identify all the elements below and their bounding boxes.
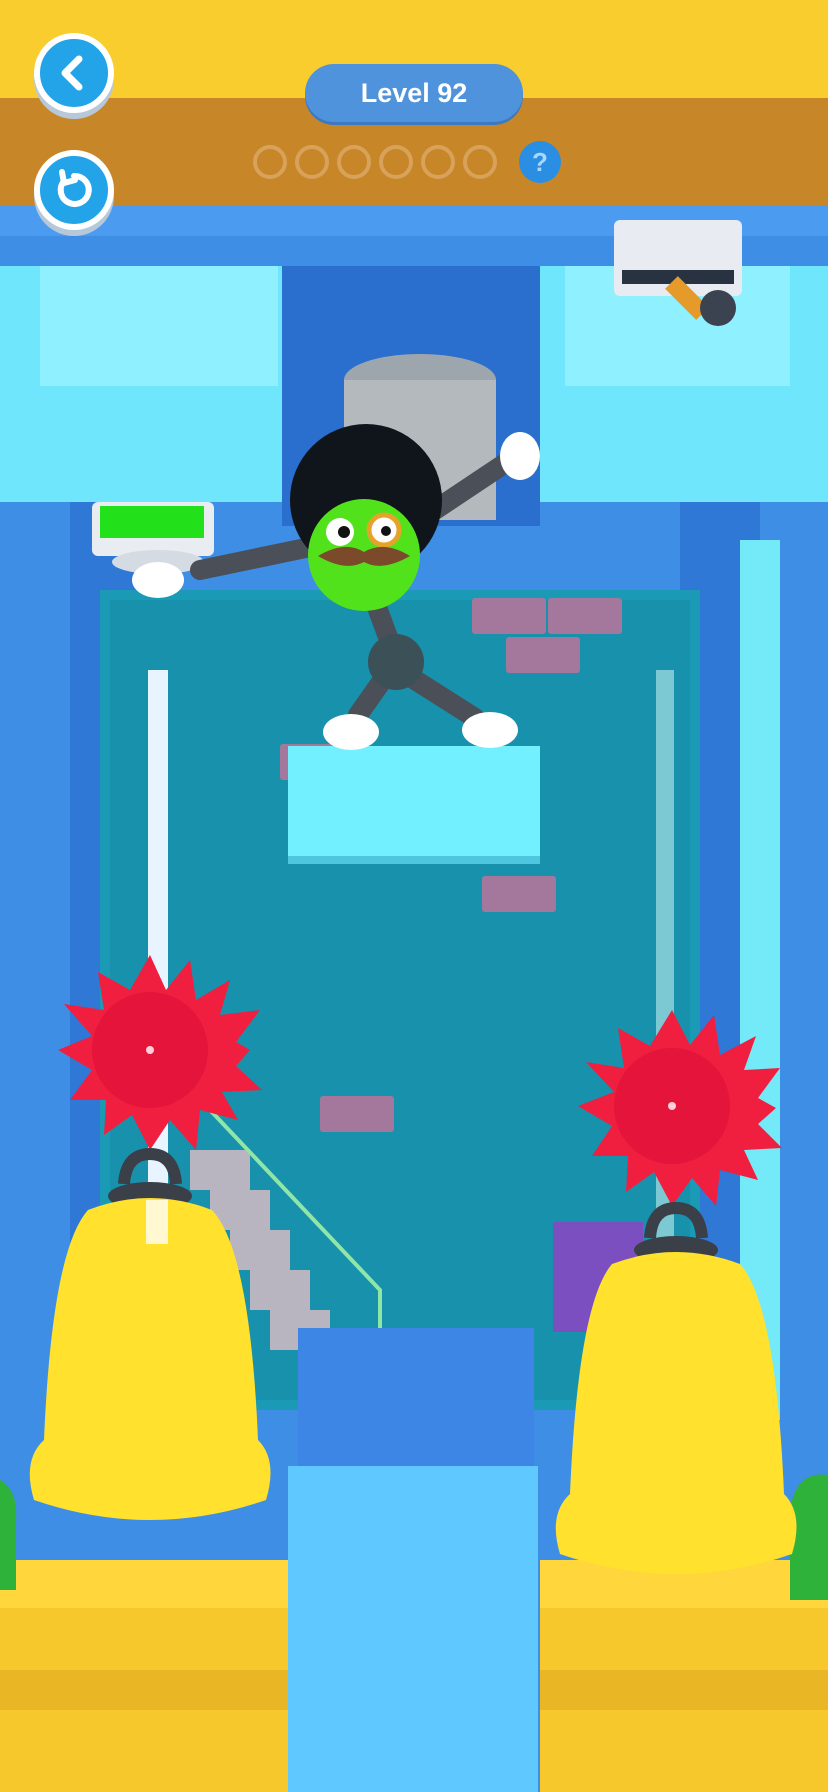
progress-dot <box>337 145 371 179</box>
center-platform <box>288 746 540 864</box>
progress-dot <box>379 145 413 179</box>
back-button[interactable] <box>34 33 114 113</box>
center-channel-floor <box>288 1466 538 1792</box>
help-button[interactable]: ? <box>519 141 561 183</box>
progress-dot <box>463 145 497 179</box>
center-channel-wall <box>298 1328 534 1468</box>
restart-icon <box>57 169 92 207</box>
upper-left-block-top <box>40 266 278 386</box>
progress-dot <box>421 145 455 179</box>
game-screen: Level 92 ? <box>0 0 828 1792</box>
chevron-left-icon <box>61 55 83 91</box>
restart-button[interactable] <box>34 150 114 230</box>
progress-dot <box>295 145 329 179</box>
game-scene[interactable] <box>0 206 828 1792</box>
level-label: Level 92 <box>305 64 523 122</box>
progress-dot <box>253 145 287 179</box>
progress-dots: ? <box>253 141 561 183</box>
